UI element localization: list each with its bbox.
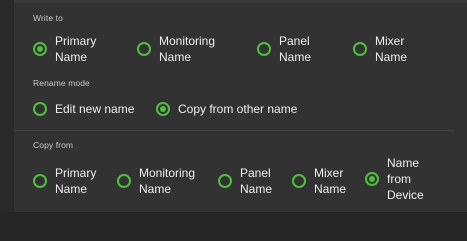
- option-label: Panel Name: [240, 166, 273, 196]
- write-to-caption: Write to: [33, 13, 63, 23]
- write-to-primary-name-radio[interactable]: Primary Name: [33, 33, 96, 65]
- radio-icon: [137, 42, 151, 56]
- write-to-panel-name-radio[interactable]: Panel Name: [257, 33, 311, 65]
- option-label: Mixer Name: [375, 34, 408, 64]
- radio-icon: [218, 174, 232, 188]
- rename-mode-edit-new-name-radio[interactable]: Edit new name: [33, 101, 134, 117]
- write-to-mixer-name-radio[interactable]: Mixer Name: [353, 33, 407, 65]
- copy-from-primary-name-radio[interactable]: Primary Name: [33, 165, 96, 197]
- rename-dialog: Write to Primary Name Monitoring Name Pa…: [0, 0, 467, 241]
- copy-from-caption: Copy from: [33, 140, 74, 150]
- bottom-bar: [0, 212, 467, 241]
- radio-icon: [365, 172, 379, 186]
- left-rail: [0, 0, 14, 241]
- option-label: Copy from other name: [178, 102, 298, 116]
- radio-icon: [257, 42, 271, 56]
- rename-mode-copy-from-other-name-radio[interactable]: Copy from other name: [156, 101, 297, 117]
- option-label: Monitoring Name: [159, 34, 216, 64]
- option-label: Panel Name: [279, 34, 312, 64]
- radio-icon: [353, 42, 367, 56]
- option-label: Primary Name: [55, 166, 97, 196]
- radio-icon: [33, 102, 47, 116]
- radio-icon: [156, 102, 170, 116]
- option-label: Mixer Name: [314, 166, 347, 196]
- copy-from-monitoring-name-radio[interactable]: Monitoring Name: [117, 165, 195, 197]
- option-label: Monitoring Name: [139, 166, 196, 196]
- copy-from-mixer-name-radio[interactable]: Mixer Name: [292, 165, 346, 197]
- option-label: Primary Name: [55, 34, 97, 64]
- radio-icon: [33, 174, 47, 188]
- radio-icon: [33, 42, 47, 56]
- section-divider: [14, 130, 454, 131]
- option-label: Edit new name: [55, 102, 135, 116]
- write-to-monitoring-name-radio[interactable]: Monitoring Name: [137, 33, 215, 65]
- option-label: Name from Device: [387, 156, 424, 202]
- radio-icon: [117, 174, 131, 188]
- copy-from-panel-name-radio[interactable]: Panel Name: [218, 165, 272, 197]
- rename-mode-caption: Rename mode: [33, 78, 90, 88]
- radio-icon: [292, 174, 306, 188]
- cropped-top-text-strip: [0, 0, 467, 3]
- copy-from-name-from-device-radio[interactable]: Name from Device: [365, 155, 424, 203]
